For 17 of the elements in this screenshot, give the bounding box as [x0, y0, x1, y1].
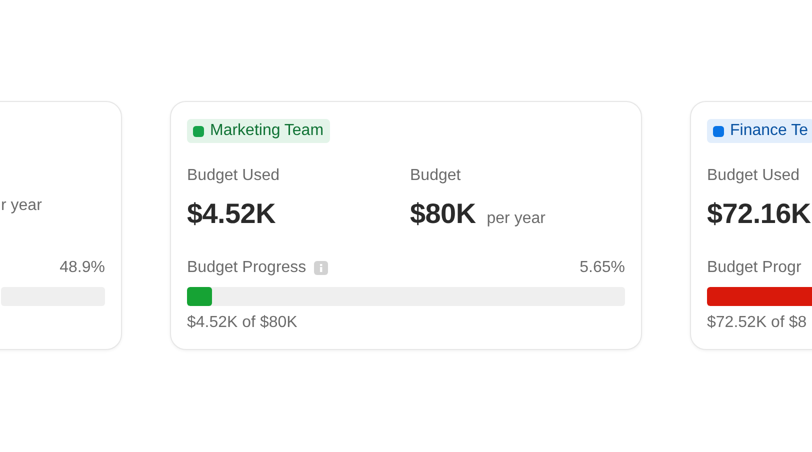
progress-label: Budget Progr [707, 259, 802, 277]
team-name: Marketing Team [210, 122, 324, 140]
period-label: per year [486, 210, 546, 228]
budget-amount: $80K [410, 197, 476, 231]
budget-summary: $72.52K of $8 [707, 313, 808, 333]
stat-label: Budget Used [187, 166, 281, 186]
budget-used-amount: $4.52K [187, 197, 276, 231]
percent-value: 48.9% [60, 259, 105, 277]
stat-label: Budget [410, 166, 462, 186]
percent-value: 5.65% [580, 259, 625, 277]
period-label: r year [1, 197, 42, 215]
team-name: Finance Te [730, 122, 808, 140]
budget-used-amount: $72.16K [707, 197, 811, 231]
stat-label: Budget Used [707, 166, 801, 186]
budget-summary: $4.52K of $80K [187, 313, 298, 333]
info-icon[interactable] [314, 261, 328, 275]
progress-label: Budget Progress [187, 259, 306, 277]
